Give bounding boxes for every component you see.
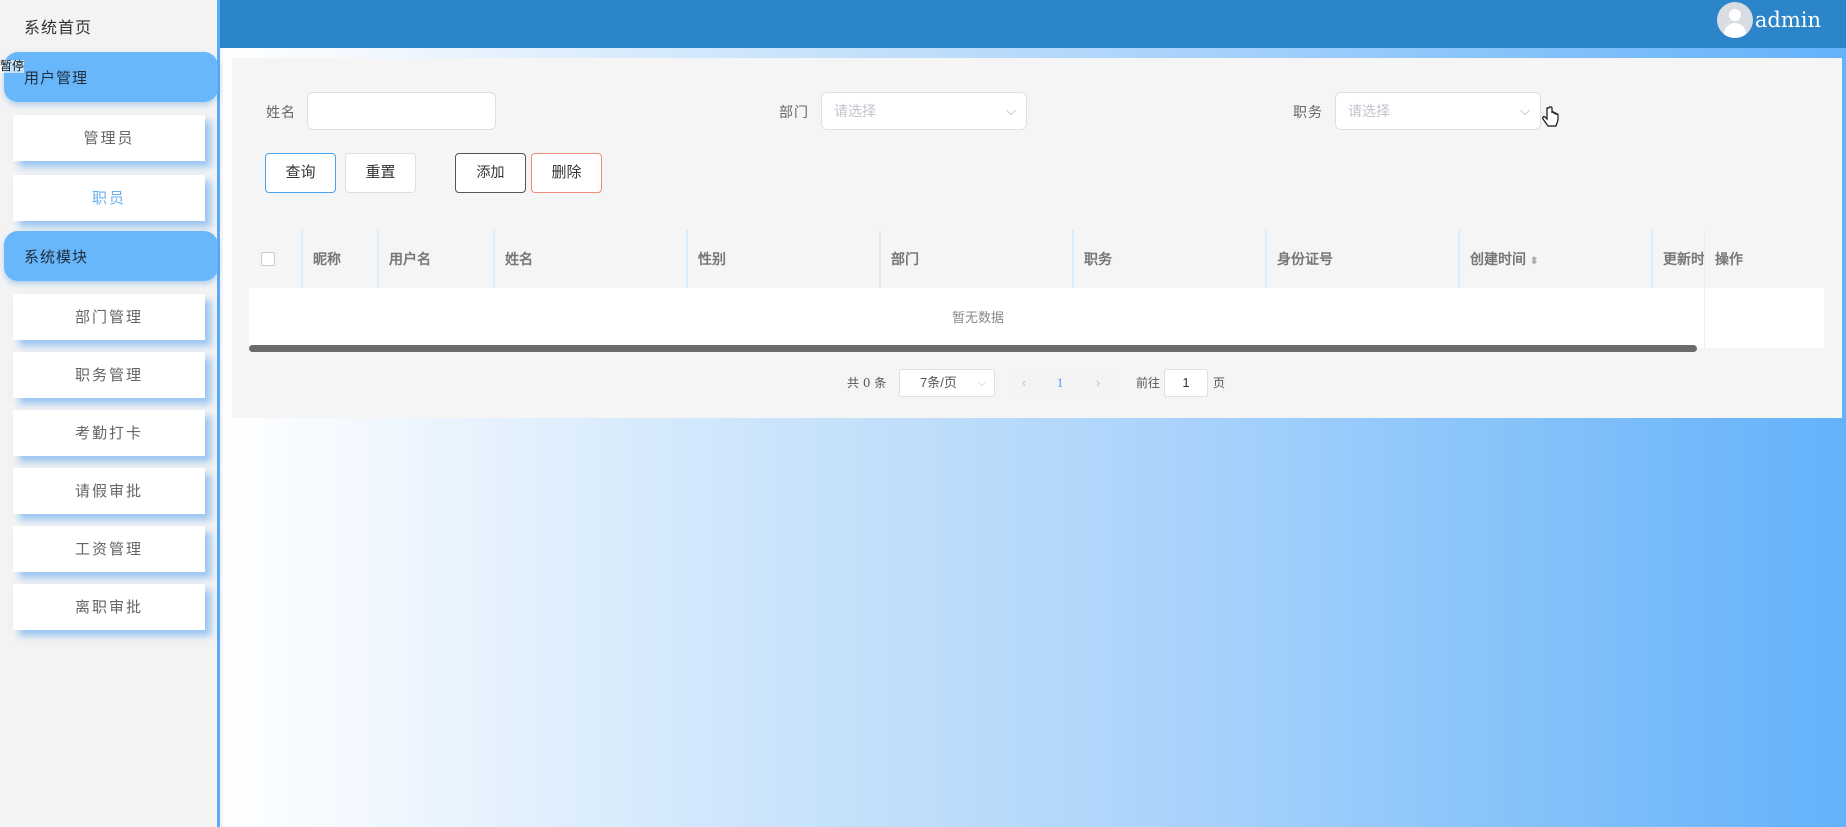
sidebar-item-admin[interactable]: 管理员 — [13, 115, 205, 161]
sidebar: 系统首页 用户管理 暂停 管理员 职员 系统模块 部门管理 职务管理 考勤打卡 … — [0, 0, 220, 827]
empty-text: 暂无数据 — [951, 310, 1004, 325]
table-body: 暂无数据 — [249, 288, 1823, 348]
page-number-current[interactable]: 1 — [1043, 369, 1077, 397]
position-label: 职务 — [1293, 105, 1323, 121]
column-header-username[interactable]: 用户名 — [379, 230, 495, 288]
sidebar-group-user-management[interactable]: 用户管理 — [4, 52, 218, 102]
chevron-left-icon: ‹ — [1021, 375, 1027, 390]
department-select[interactable]: 请选择 ⌵ — [821, 92, 1027, 130]
position-select[interactable]: 请选择 ⌵ — [1335, 92, 1541, 130]
column-header-name[interactable]: 姓名 — [495, 230, 688, 288]
column-header-actions: 操作 — [1705, 230, 1824, 288]
goto-prefix: 前往 — [1136, 376, 1161, 390]
avatar-body-shape — [1724, 23, 1746, 38]
sidebar-home-link[interactable]: 系统首页 — [24, 14, 92, 38]
name-label: 姓名 — [266, 105, 296, 121]
user-avatar-icon[interactable] — [1717, 2, 1753, 38]
add-button[interactable]: 添加 — [455, 153, 526, 193]
sidebar-item-departments[interactable]: 部门管理 — [13, 294, 205, 340]
column-header-gender[interactable]: 性别 — [688, 230, 881, 288]
sidebar-group-label: 系统模块 — [24, 248, 89, 266]
page-size-value: 7条/页 — [920, 375, 957, 390]
fixed-actions-column: 操作 — [1704, 230, 1824, 350]
page-size-select[interactable]: 7条/页 ⌵ — [899, 369, 995, 397]
created-time-label: 创建时间 — [1470, 251, 1526, 267]
column-header-id-number[interactable]: 身份证号 — [1267, 230, 1460, 288]
query-button[interactable]: 查询 — [265, 153, 336, 193]
avatar-head-shape — [1729, 9, 1741, 21]
column-header-department[interactable]: 部门 — [881, 230, 1074, 288]
goto-page-input[interactable]: 1 — [1164, 369, 1208, 397]
top-header: admin — [220, 0, 1846, 48]
column-header-nickname[interactable]: 昵称 — [303, 230, 379, 288]
data-table: 昵称 用户名 姓名 性别 部门 职务 身份证号 创建时间⬍ 更新时间 暂无数据 … — [249, 230, 1824, 350]
sidebar-item-staff[interactable]: 职员 — [13, 175, 205, 221]
sidebar-item-leave-approval[interactable]: 请假审批 — [13, 468, 205, 514]
tooltip-fragment: 暂停 — [0, 59, 25, 73]
column-header-updated-time[interactable]: 更新时间 — [1653, 230, 1707, 288]
sort-icon[interactable]: ⬍ — [1530, 256, 1538, 267]
goto-suffix: 页 — [1213, 376, 1226, 390]
table-header: 昵称 用户名 姓名 性别 部门 职务 身份证号 创建时间 ⬍ 更新时间 — [249, 230, 1823, 288]
department-label: 部门 — [779, 105, 809, 121]
sidebar-item-attendance[interactable]: 考勤打卡 — [13, 410, 205, 456]
department-placeholder: 请选择 — [834, 103, 876, 119]
sidebar-item-salary[interactable]: 工资管理 — [13, 526, 205, 572]
chevron-down-icon: ⌵ — [1006, 103, 1016, 118]
chevron-right-icon: › — [1095, 375, 1101, 390]
position-placeholder: 请选择 — [1348, 103, 1390, 119]
hand-cursor-icon — [1542, 106, 1559, 127]
select-all-checkbox[interactable] — [261, 252, 275, 266]
column-header-created-time[interactable]: 创建时间 ⬍ — [1460, 230, 1653, 288]
sidebar-group-system-modules[interactable]: 系统模块 — [4, 231, 218, 281]
username-label[interactable]: admin — [1755, 8, 1821, 32]
sidebar-item-resignation-approval[interactable]: 离职审批 — [13, 584, 205, 630]
name-input[interactable] — [307, 92, 496, 130]
actions-empty-cell — [1705, 288, 1824, 346]
sidebar-group-label: 用户管理 — [24, 69, 89, 87]
prev-page-button[interactable]: ‹ — [1009, 369, 1039, 397]
chevron-down-icon: ⌵ — [1520, 103, 1530, 118]
chevron-down-icon: ⌵ — [977, 377, 986, 389]
reset-button[interactable]: 重置 — [345, 153, 416, 193]
column-header-position[interactable]: 职务 — [1074, 230, 1267, 288]
select-all-cell — [249, 230, 303, 288]
horizontal-scrollbar[interactable] — [249, 345, 1697, 352]
delete-button[interactable]: 删除 — [531, 153, 602, 193]
next-page-button[interactable]: › — [1083, 369, 1113, 397]
sidebar-item-positions[interactable]: 职务管理 — [13, 352, 205, 398]
pagination-total: 共 0 条 — [847, 376, 887, 390]
